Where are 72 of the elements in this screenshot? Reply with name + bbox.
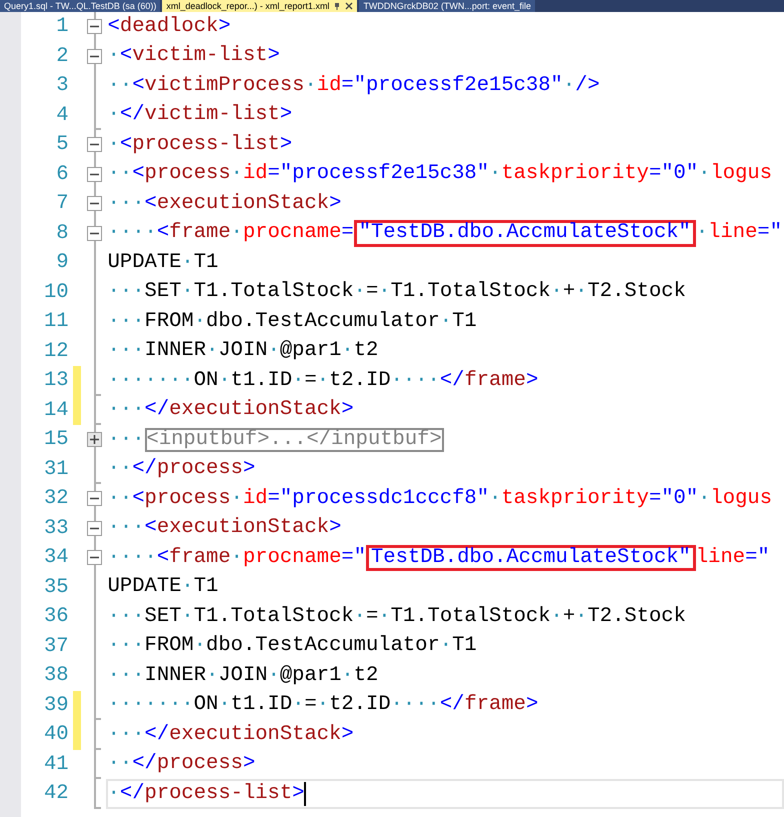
code-line: ···<executionStack> — [106, 515, 342, 541]
code-line: ····<frame·procname=" TestDB.dbo.AccmulateStock" line=" — [106, 543, 784, 572]
line-number: 15 — [43, 427, 69, 453]
line-number: 11 — [43, 309, 69, 335]
document-tab[interactable]: Query1.sql - TW...QL.TestDB (sa (60)) — [0, 0, 160, 12]
line-number: 39 — [43, 692, 69, 718]
line-number: 4 — [55, 102, 69, 128]
line-number: 13 — [43, 368, 69, 394]
code-line: ···FROM·dbo.TestAccumulator·T1 — [106, 633, 478, 659]
code-line: ···INNER·JOIN·@par1·t2 — [106, 338, 380, 364]
collapse-icon[interactable] — [87, 137, 102, 152]
line-number: 41 — [43, 752, 69, 778]
code-line: ·<victim-list> — [106, 43, 281, 69]
code-line: ·······ON·t1.ID·=·t2.ID····</frame> — [106, 692, 540, 718]
line-number: 3 — [55, 73, 69, 99]
code-line: ····<frame·procname= "TestDB.dbo.AccmulateStock" ·line=" — [106, 218, 784, 248]
collapse-icon[interactable] — [87, 520, 102, 536]
pin-icon[interactable] — [333, 2, 342, 10]
collapse-icon[interactable] — [87, 48, 102, 64]
line-number: 9 — [55, 250, 69, 276]
document-tab[interactable]: xml_deadlock_repor...) - xml_report1.xml — [162, 0, 358, 12]
code-line: ·<process-list> — [106, 132, 294, 158]
code-line: UPDATE·T1 — [106, 250, 220, 276]
code-line: ···<inputbuf>...</inputbuf> — [106, 426, 445, 454]
code-line: ···FROM·dbo.TestAccumulator·T1 — [106, 308, 478, 334]
collapse-icon[interactable] — [87, 19, 102, 34]
code-line: ··<victimProcess·id="processf2e15c38"·/> — [106, 72, 601, 98]
highlight-frame: TestDB.dbo.AccmulateStock" — [366, 544, 696, 571]
text-cursor — [304, 782, 306, 806]
line-number: 2 — [55, 44, 69, 70]
code-line: ··<process·id="processf2e15c38"·taskpriority="0"·logus — [106, 161, 773, 187]
line-number: 14 — [43, 398, 69, 424]
code-line: ···SET·T1.TotalStock·=·T1.TotalStock·+·T2.Stock — [106, 604, 687, 630]
line-number: 36 — [43, 604, 69, 630]
code-line: ·······ON·t1.ID·=·t2.ID····</frame> — [106, 368, 540, 394]
line-number: 38 — [43, 663, 69, 689]
code-line: ·</victim-list> — [106, 102, 294, 128]
code-line: ··<process·id="processdc1cccf8"·taskpriority="0"·logus — [106, 486, 773, 512]
line-number: 32 — [43, 486, 69, 512]
line-number: 10 — [43, 280, 69, 306]
line-number: 42 — [43, 781, 69, 807]
collapse-icon[interactable] — [87, 550, 102, 566]
line-number: 8 — [55, 220, 69, 246]
line-number: 6 — [55, 162, 69, 188]
document-tab[interactable]: TWDDNGrckDB02 (TWN...port: event_file — [359, 0, 535, 12]
line-number: 12 — [43, 338, 69, 364]
collapsed-region[interactable]: <inputbuf>...</inputbuf> — [144, 428, 444, 452]
line-number: 34 — [43, 545, 69, 571]
line-number: 31 — [43, 456, 69, 482]
line-number: 35 — [43, 574, 69, 600]
line-number: 7 — [55, 191, 69, 217]
collapse-icon[interactable] — [87, 166, 102, 182]
line-number: 33 — [43, 516, 69, 542]
code-line: ···SET·T1.TotalStock·=·T1.TotalStock·+·T2.Stock — [106, 279, 687, 305]
code-line: ···<executionStack> — [106, 190, 342, 216]
code-line: UPDATE·T1 — [106, 574, 220, 600]
collapse-icon[interactable] — [87, 491, 102, 506]
line-number: 37 — [43, 634, 69, 660]
expand-icon[interactable] — [87, 432, 102, 448]
code-line: <deadlock> — [106, 14, 232, 40]
close-icon[interactable] — [345, 2, 354, 10]
code-line: ··</process> — [106, 751, 256, 777]
collapse-icon[interactable] — [87, 196, 102, 212]
collapse-icon[interactable] — [87, 226, 102, 241]
line-number: 40 — [43, 722, 69, 748]
line-number: 5 — [55, 132, 69, 158]
highlight-frame: "TestDB.dbo.AccmulateStock" — [354, 220, 696, 246]
code-line: ··</process> — [106, 456, 256, 482]
code-line: ···</executionStack> — [106, 397, 355, 423]
code-line: ···INNER·JOIN·@par1·t2 — [106, 662, 380, 688]
code-line: ···</executionStack> — [106, 722, 355, 748]
line-number: 1 — [55, 14, 69, 40]
